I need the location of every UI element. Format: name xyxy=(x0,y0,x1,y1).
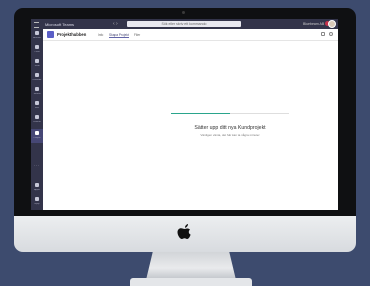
more-apps-icon[interactable]: ··· xyxy=(34,163,40,168)
monitor-stand xyxy=(146,250,236,280)
tab-create-project[interactable]: Skapa Projekt xyxy=(109,33,129,38)
nav-arrows-icon[interactable]: ‹ › xyxy=(113,21,118,27)
app-launcher-icon[interactable] xyxy=(34,22,39,28)
channel-header: Projekthubben Info Skapa Projekt Filer xyxy=(43,29,338,41)
rail-item-calls[interactable]: Samtal xyxy=(31,85,43,99)
rail-item-apps[interactable]: Appar xyxy=(31,181,43,195)
title-bar: Microsoft Teams ‹ › Sök eller skriv ett … xyxy=(31,19,338,29)
monitor-chin xyxy=(14,216,356,252)
rail-item-teams[interactable]: Team xyxy=(31,57,43,71)
team-avatar xyxy=(47,31,54,38)
rail-item-files[interactable]: Filer xyxy=(31,99,43,113)
tab-files[interactable]: Filer xyxy=(134,33,140,37)
phone-icon xyxy=(35,87,39,91)
rail-item-calendar[interactable]: Kalender xyxy=(31,71,43,85)
apps-icon xyxy=(35,183,39,187)
status-subtitle: Vänligen vänta, det här kan ta några min… xyxy=(200,133,260,137)
file-icon xyxy=(35,101,39,105)
status-title: Sätter upp ditt nya Kundprojekt xyxy=(194,125,266,131)
monitor-stand-base xyxy=(130,278,252,286)
chat-icon xyxy=(35,45,39,49)
rail-item-activity[interactable]: Aktivitet xyxy=(31,29,43,43)
rail-item-help[interactable]: Hjälp xyxy=(31,195,43,209)
calendar-icon xyxy=(35,73,39,77)
app-rail: Aktivitet Chatt Team Kalender Samtal Fil… xyxy=(31,29,43,210)
expand-icon[interactable] xyxy=(321,32,325,36)
refresh-icon[interactable] xyxy=(329,32,333,36)
planner-icon xyxy=(35,115,39,119)
rail-item-chat[interactable]: Chatt xyxy=(31,43,43,57)
app-title: Microsoft Teams xyxy=(45,22,75,27)
tenant-name[interactable]: Bluebeam AB xyxy=(303,22,324,26)
rail-item-project[interactable]: Projekt xyxy=(31,129,43,143)
camera-icon xyxy=(182,11,185,14)
help-icon xyxy=(35,197,39,201)
project-icon xyxy=(35,131,39,135)
progress-fill xyxy=(171,113,230,114)
app-screen: Microsoft Teams ‹ › Sök eller skriv ett … xyxy=(31,19,338,210)
progress-bar xyxy=(171,113,289,114)
rail-item-planner[interactable]: Planner xyxy=(31,113,43,127)
channel-title: Projekthubben xyxy=(57,32,87,37)
apple-logo-icon xyxy=(177,224,191,239)
search-input[interactable]: Sök eller skriv ett kommando xyxy=(127,21,241,27)
bell-icon xyxy=(35,31,39,35)
avatar[interactable] xyxy=(328,20,336,28)
team-icon xyxy=(35,59,39,63)
tab-info[interactable]: Info xyxy=(98,33,103,37)
